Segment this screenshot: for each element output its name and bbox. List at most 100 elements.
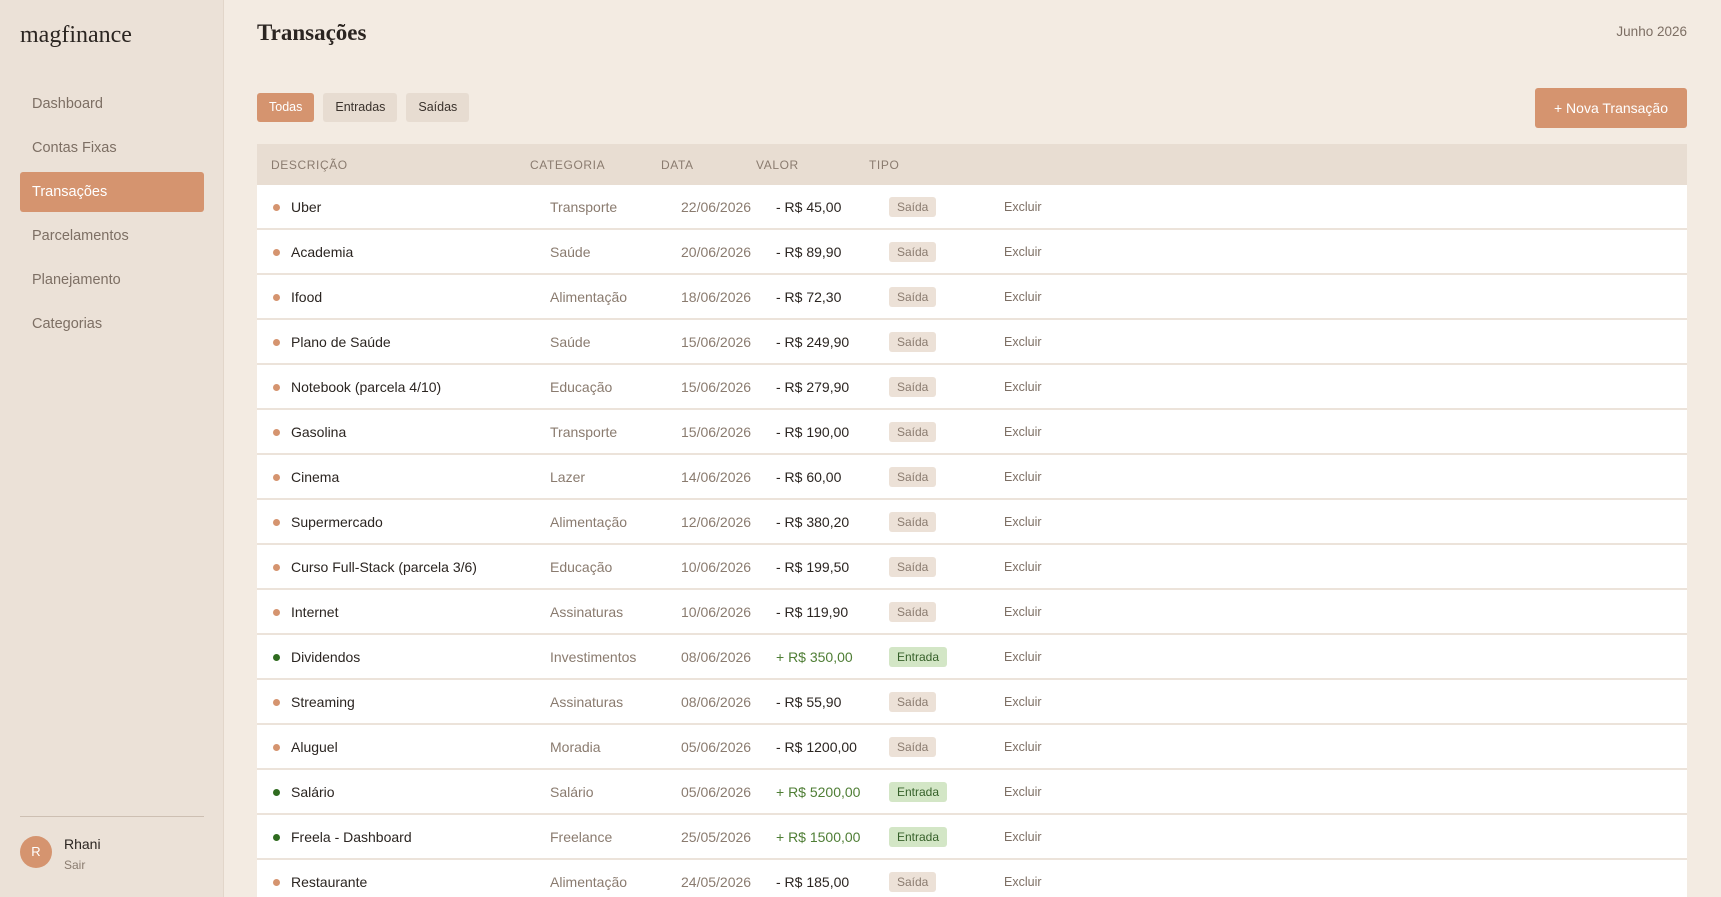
cell-type: Saída (889, 557, 937, 577)
page-title: Transações (257, 20, 367, 45)
delete-button[interactable]: Excluir (1004, 650, 1042, 664)
cell-value: + R$ 1500,00 (776, 829, 861, 845)
sidebar-item-parcelamentos[interactable]: Parcelamentos (20, 216, 204, 256)
table-row: Ifood Alimentação 18/06/2026 - R$ 72,30 Saíd… (257, 275, 1687, 320)
column-header-valor: Valor (756, 158, 799, 172)
cell-value: - R$ 380,20 (776, 514, 850, 530)
type-badge: Entrada (889, 782, 948, 802)
type-badge: Saída (889, 287, 937, 307)
filter-group: Todas Entradas Saídas (257, 93, 470, 122)
cell-date: 18/06/2026 (681, 289, 752, 305)
cell-category: Transporte (550, 424, 618, 440)
sidebar-item-dashboard[interactable]: Dashboard (20, 84, 204, 124)
period-label: Junho 2026 (1616, 24, 1687, 39)
cell-date: 10/06/2026 (681, 559, 752, 575)
sidebar-item-categorias[interactable]: Categorias (20, 304, 204, 344)
new-transaction-button[interactable]: + Nova Transação (1534, 88, 1687, 128)
cell-date: 05/06/2026 (681, 784, 752, 800)
column-header-descricao: Descrição (271, 158, 348, 172)
type-indicator-dot (273, 564, 280, 571)
cell-type: Saída (889, 287, 937, 307)
delete-button[interactable]: Excluir (1004, 200, 1042, 214)
type-badge: Saída (889, 242, 937, 262)
logout-link[interactable]: Sair (64, 858, 85, 872)
table-row: Dividendos Investimentos 08/06/2026 + R$ 35… (257, 635, 1687, 680)
cell-type: Saída (889, 422, 937, 442)
delete-button[interactable]: Excluir (1004, 335, 1042, 349)
cell-value: + R$ 350,00 (776, 649, 853, 665)
delete-button[interactable]: Excluir (1004, 290, 1042, 304)
cell-category: Lazer (550, 469, 586, 485)
cell-description: Uber (291, 199, 322, 215)
type-badge: Entrada (889, 827, 948, 847)
delete-button[interactable]: Excluir (1004, 515, 1042, 529)
cell-description: Gasolina (291, 424, 347, 440)
cell-type: Saída (889, 872, 937, 892)
cell-description: Cinema (291, 469, 340, 485)
cell-value: - R$ 185,00 (776, 874, 850, 890)
delete-button[interactable]: Excluir (1004, 245, 1042, 259)
type-indicator-dot (273, 609, 280, 616)
cell-type: Entrada (889, 782, 948, 802)
type-badge: Saída (889, 557, 937, 577)
sidebar-item-contas-fixas[interactable]: Contas Fixas (20, 128, 204, 168)
cell-category: Freelance (550, 829, 613, 845)
cell-date: 08/06/2026 (681, 694, 752, 710)
delete-button[interactable]: Excluir (1004, 560, 1042, 574)
table-row: Academia Saúde 20/06/2026 - R$ 89,90 Saída Ex… (257, 230, 1687, 275)
filter-todas[interactable]: Todas (257, 93, 315, 122)
cell-description: Internet (291, 604, 339, 620)
cell-value: + R$ 5200,00 (776, 784, 861, 800)
cell-category: Salário (550, 784, 594, 800)
cell-date: 14/06/2026 (681, 469, 752, 485)
cell-type: Saída (889, 242, 937, 262)
delete-button[interactable]: Excluir (1004, 605, 1042, 619)
cell-value: - R$ 279,90 (776, 379, 850, 395)
delete-button[interactable]: Excluir (1004, 425, 1042, 439)
cell-date: 24/05/2026 (681, 874, 752, 890)
cell-category: Assinaturas (550, 604, 624, 620)
sidebar-item-planejamento[interactable]: Planejamento (20, 260, 204, 300)
filter-saidas[interactable]: Saídas (406, 93, 470, 122)
sidebar-item-transacoes[interactable]: Transações (20, 172, 204, 212)
type-badge: Saída (889, 332, 937, 352)
delete-button[interactable]: Excluir (1004, 875, 1042, 889)
cell-description: Salário (291, 784, 335, 800)
app-logo: magfinance (20, 22, 132, 48)
delete-button[interactable]: Excluir (1004, 695, 1042, 709)
cell-type: Saída (889, 512, 937, 532)
cell-category: Alimentação (550, 874, 628, 890)
delete-button[interactable]: Excluir (1004, 785, 1042, 799)
delete-button[interactable]: Excluir (1004, 380, 1042, 394)
cell-category: Saúde (550, 334, 591, 350)
cell-value: - R$ 1200,00 (776, 739, 857, 755)
cell-value: - R$ 55,90 (776, 694, 842, 710)
cell-type: Entrada (889, 647, 948, 667)
cell-description: Freela - Dashboard (291, 829, 412, 845)
cell-date: 15/06/2026 (681, 379, 752, 395)
cell-date: 08/06/2026 (681, 649, 752, 665)
cell-type: Saída (889, 602, 937, 622)
cell-description: Supermercado (291, 514, 383, 530)
cell-description: Aluguel (291, 739, 338, 755)
table-row: Gasolina Transporte 15/06/2026 - R$ 190,00 S… (257, 410, 1687, 455)
cell-date: 20/06/2026 (681, 244, 752, 260)
type-badge: Saída (889, 872, 937, 892)
filter-entradas[interactable]: Entradas (323, 93, 398, 122)
cell-date: 25/05/2026 (681, 829, 752, 845)
delete-button[interactable]: Excluir (1004, 470, 1042, 484)
table-row: Aluguel Moradia 05/06/2026 - R$ 1200,00 Saíd… (257, 725, 1687, 770)
delete-button[interactable]: Excluir (1004, 830, 1042, 844)
type-indicator-dot (273, 519, 280, 526)
cell-category: Alimentação (550, 514, 628, 530)
type-indicator-dot (273, 834, 280, 841)
type-indicator-dot (273, 879, 280, 886)
cell-value: - R$ 60,00 (776, 469, 842, 485)
cell-category: Educação (550, 559, 613, 575)
table-row: Notebook (parcela 4/10) Educação 15/06/202… (257, 365, 1687, 410)
cell-category: Saúde (550, 244, 591, 260)
cell-category: Investimentos (550, 649, 637, 665)
delete-button[interactable]: Excluir (1004, 740, 1042, 754)
column-header-categoria: Categoria (530, 158, 606, 172)
cell-value: - R$ 190,00 (776, 424, 850, 440)
